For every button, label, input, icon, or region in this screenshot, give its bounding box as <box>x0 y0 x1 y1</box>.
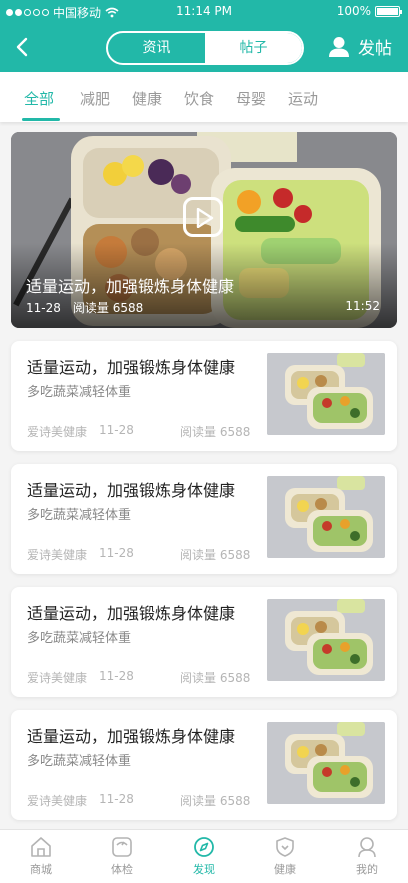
article-card[interactable]: 适量运动，加强锻炼身体健康 多吃蔬菜减轻体重 爱诗美健康 11-28 阅读量 6… <box>11 710 397 820</box>
article-author: 爱诗美健康 <box>27 671 88 685</box>
scale-icon <box>112 837 132 857</box>
nav-mine[interactable]: 我的 <box>339 836 395 877</box>
nav-mall[interactable]: 商城 <box>13 836 69 877</box>
battery-percent: 100% <box>336 4 371 18</box>
tab-maternity[interactable]: 母婴 <box>236 88 266 109</box>
article-date: 11-28 <box>99 669 134 683</box>
article-date: 11-28 <box>99 792 134 806</box>
article-reads: 阅读量 6588 <box>180 794 251 808</box>
tab-sports[interactable]: 运动 <box>288 88 318 109</box>
article-subtitle: 多吃蔬菜减轻体重 <box>27 754 132 769</box>
article-title: 适量运动，加强锻炼身体健康 <box>27 481 236 500</box>
play-icon[interactable] <box>183 197 223 237</box>
content-type-switch: 资讯 帖子 <box>106 31 304 65</box>
tab-weight-loss[interactable]: 减肥 <box>80 88 110 109</box>
nav-mall-label: 商城 <box>30 863 52 876</box>
article-reads: 阅读量 6588 <box>180 425 251 439</box>
article-subtitle: 多吃蔬菜减轻体重 <box>27 385 132 400</box>
segment-news[interactable]: 资讯 <box>108 33 205 63</box>
article-title: 适量运动，加强锻炼身体健康 <box>27 358 236 377</box>
nav-checkup-label: 体检 <box>111 863 133 876</box>
segment-posts[interactable]: 帖子 <box>205 33 302 63</box>
featured-duration: 11:52 <box>345 299 380 313</box>
article-reads: 阅读量 6588 <box>180 548 251 562</box>
nav-mine-label: 我的 <box>356 863 378 876</box>
user-icon <box>329 36 349 57</box>
article-author: 爱诗美健康 <box>27 794 88 808</box>
featured-reads: 阅读量 6588 <box>72 301 144 315</box>
article-card[interactable]: 适量运动，加强锻炼身体健康 多吃蔬菜减轻体重 爱诗美健康 11-28 阅读量 6… <box>11 587 397 697</box>
nav-health[interactable]: 健康 <box>257 836 313 877</box>
new-post-label: 发帖 <box>358 39 392 59</box>
article-date: 11-28 <box>99 546 134 560</box>
article-thumbnail <box>267 722 385 804</box>
article-thumbnail <box>267 599 385 681</box>
compass-icon <box>194 837 214 857</box>
battery-icon <box>375 5 402 17</box>
article-thumbnail <box>267 476 385 558</box>
profile-icon <box>358 837 376 858</box>
article-card[interactable]: 适量运动，加强锻炼身体健康 多吃蔬菜减轻体重 爱诗美健康 11-28 阅读量 6… <box>11 341 397 451</box>
home-icon <box>31 837 51 857</box>
featured-video-card[interactable]: 适量运动，加强锻炼身体健康 11-28 阅读量 6588 11:52 <box>11 132 397 328</box>
article-title: 适量运动，加强锻炼身体健康 <box>27 604 236 623</box>
status-right: 100% <box>336 4 402 18</box>
article-subtitle: 多吃蔬菜减轻体重 <box>27 508 132 523</box>
status-bar: 中国移动 11:14 PM 100% <box>0 0 408 24</box>
tab-all[interactable]: 全部 <box>24 88 54 109</box>
tab-diet[interactable]: 饮食 <box>184 88 214 109</box>
nav-discover[interactable]: 发现 <box>176 836 232 877</box>
article-thumbnail <box>267 353 385 435</box>
featured-date: 11-28 <box>26 301 61 315</box>
tab-health[interactable]: 健康 <box>132 88 162 109</box>
article-author: 爱诗美健康 <box>27 548 88 562</box>
bottom-nav: 商城 体检 发现 健康 我的 <box>0 829 408 883</box>
nav-checkup[interactable]: 体检 <box>94 836 150 877</box>
article-date: 11-28 <box>99 423 134 437</box>
shield-icon <box>276 837 294 857</box>
featured-meta: 11-28 阅读量 6588 <box>26 299 143 316</box>
new-post-button[interactable]: 发帖 <box>328 34 392 59</box>
article-author: 爱诗美健康 <box>27 425 88 439</box>
article-card[interactable]: 适量运动，加强锻炼身体健康 多吃蔬菜减轻体重 爱诗美健康 11-28 阅读量 6… <box>11 464 397 574</box>
nav-discover-label: 发现 <box>193 863 215 876</box>
article-reads: 阅读量 6588 <box>180 671 251 685</box>
category-tabs: 全部 减肥 健康 饮食 母婴 运动 <box>0 72 408 122</box>
active-tab-indicator <box>22 118 60 121</box>
app-header: 中国移动 11:14 PM 100% 资讯 帖子 发帖 <box>0 0 408 72</box>
article-title: 适量运动，加强锻炼身体健康 <box>27 727 236 746</box>
article-subtitle: 多吃蔬菜减轻体重 <box>27 631 132 646</box>
back-arrow-icon[interactable] <box>14 35 30 59</box>
nav-health-label: 健康 <box>274 863 296 876</box>
featured-title: 适量运动，加强锻炼身体健康 <box>26 277 235 296</box>
